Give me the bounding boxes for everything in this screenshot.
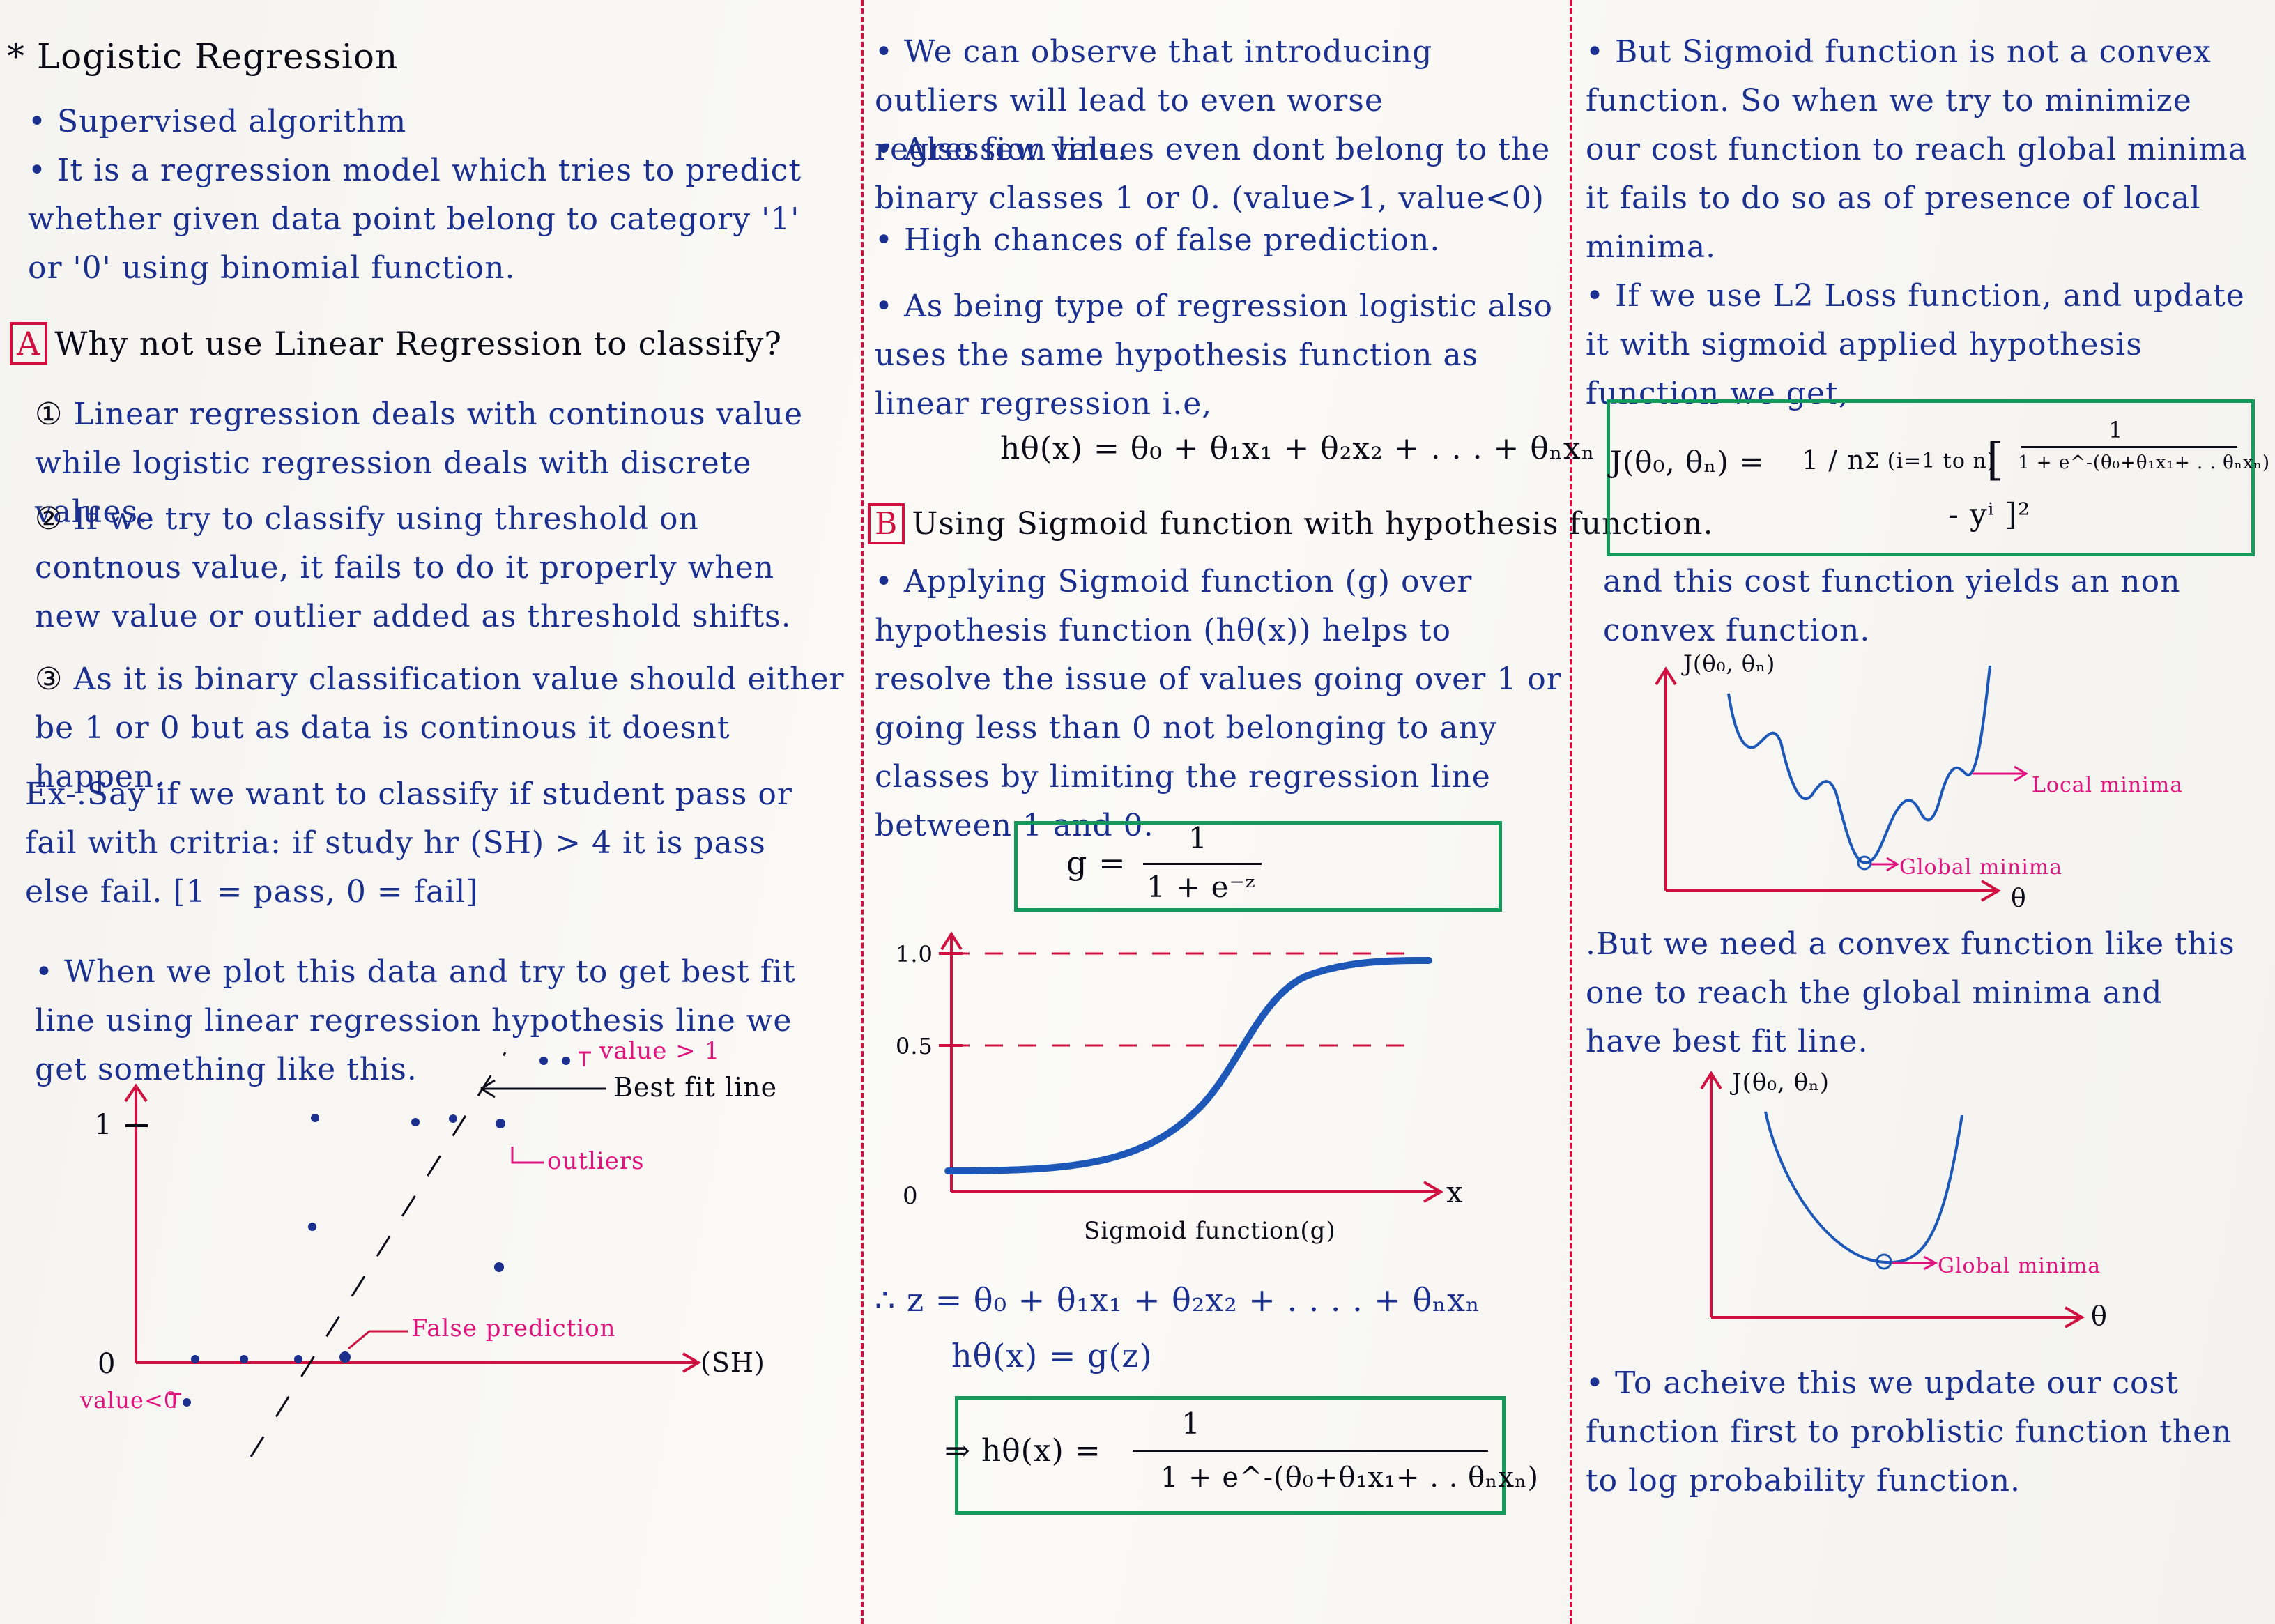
label-y-one: 1: [94, 1109, 113, 1141]
sigmoid-caption: Sigmoid function(g): [1084, 1217, 1336, 1245]
sigmoid-label-x: x: [1446, 1175, 1464, 1209]
sigmoid-label-0: 0: [903, 1182, 919, 1210]
data-point-outlier: [494, 1262, 504, 1272]
data-point-outlier: [496, 1119, 505, 1128]
data-point-value-gt1: [539, 1057, 548, 1065]
z-definition: ∴ z = θ₀ + θ₁x₁ + θ₂x₂ + . . . . + θₙxₙ: [875, 1281, 1481, 1319]
data-point: [240, 1355, 248, 1363]
label-convex-global-minima: Global minima: [1938, 1254, 2101, 1278]
label-false-prediction: False prediction: [411, 1315, 616, 1342]
convex-x-label: θ: [2091, 1301, 2108, 1331]
data-point: [411, 1118, 420, 1126]
sigmoid-curve: [944, 957, 1432, 1174]
outliers-pointer: [511, 1147, 544, 1164]
label-best-fit-line: Best fit line: [613, 1072, 778, 1103]
label-global-minima: Global minima: [1899, 855, 2063, 880]
data-point: [449, 1114, 457, 1123]
sigmoid-label-05: 0.5: [896, 1033, 933, 1059]
sigmoid-plot: [939, 931, 1443, 1203]
data-point: [308, 1223, 316, 1231]
column-logistic-intro: * Logistic Regression Supervised algorit…: [0, 0, 861, 1624]
convex-y-label: J(θ₀, θₙ): [1732, 1068, 1830, 1096]
nonconvex-curve: [1727, 665, 1991, 864]
linear-regression-plot: [124, 1051, 701, 1457]
column-cost-function: But Sigmoid function is not a convex fun…: [1572, 0, 2275, 1624]
column-sigmoid: We can observe that introducing outliers…: [861, 0, 1713, 1624]
data-point-value-gt1: [562, 1057, 570, 1065]
data-point: [191, 1355, 199, 1363]
data-point: [311, 1114, 319, 1122]
final-hypothesis-denominator: 1 + e^-(θ₀+θ₁x₁+ . . θₙxₙ): [1161, 1462, 1539, 1494]
data-point-false-prediction: [339, 1351, 351, 1363]
label-local-minima: Local minima: [2032, 773, 2184, 797]
convex-curve: [1764, 1111, 1963, 1264]
data-point-value-lt0: [183, 1398, 191, 1407]
label-value-lt0: value<0: [80, 1387, 179, 1414]
nonconvex-y-label: J(θ₀, θₙ): [1683, 650, 1776, 677]
label-value-gt1: value > 1: [599, 1037, 721, 1065]
final-hypothesis-lhs: ⇒ hθ(x) =: [944, 1433, 1101, 1469]
data-point: [294, 1355, 302, 1363]
h-equals-g: hθ(x) = g(z): [951, 1337, 1153, 1374]
plot1-best-fit-line: [250, 1052, 507, 1457]
label-origin: 0: [98, 1348, 116, 1380]
sigmoid-label-1: 1.0: [896, 941, 933, 967]
label-x-axis-sh: (SH): [700, 1347, 765, 1378]
nonconvex-x-label: θ: [2011, 884, 2027, 913]
value-gt1-bracket: [579, 1051, 591, 1066]
final-hypothesis-numerator: 1: [1181, 1407, 1201, 1441]
false-pred-pointer: [348, 1330, 408, 1350]
final-hypothesis-bar: [1133, 1450, 1488, 1452]
bullet-need-convex: .But we need a convex function like this…: [1586, 926, 2235, 1059]
bullet-achieve: To acheive this we update our cost funct…: [1586, 1359, 2269, 1506]
label-outliers: outliers: [547, 1147, 645, 1175]
